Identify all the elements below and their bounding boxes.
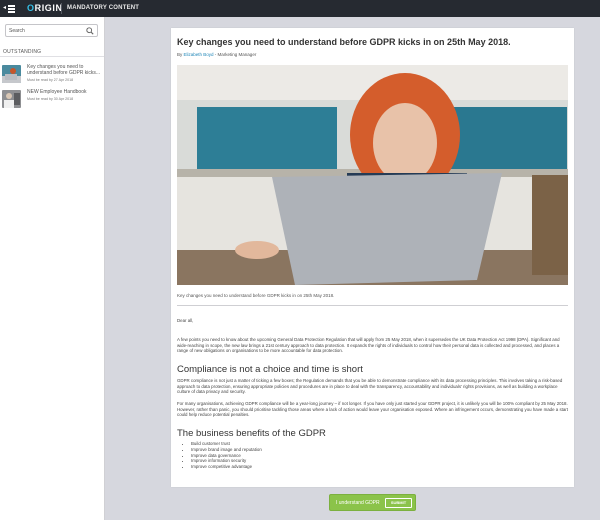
- outstanding-header: OUTSTANDING: [3, 49, 42, 55]
- logo-accent-letter: O: [27, 3, 35, 13]
- search-box[interactable]: [5, 24, 98, 37]
- page-title: MANDATORY CONTENT: [67, 5, 140, 11]
- gdpr-thumbnail: [2, 65, 21, 83]
- sidebar-divider: [0, 56, 104, 57]
- hamburger-icon[interactable]: ◂: [3, 3, 15, 14]
- sidebar-item-due: Must be read by 30 Apr 2018: [27, 97, 74, 101]
- hamburger-line: [8, 5, 15, 7]
- sidebar-item-title: NEW Employee Handbook: [27, 89, 87, 95]
- benefits-list: Build customer trust Improve brand image…: [185, 441, 262, 470]
- acknowledge-bar: I understand GDPR SUBMIT: [329, 494, 416, 511]
- back-arrow-icon: ◂: [3, 4, 7, 11]
- article-byline: By Elizabeth Boyd - Marketing Manager: [177, 52, 256, 58]
- hero-photo: [177, 65, 568, 285]
- hamburger-line: [8, 11, 15, 13]
- section-heading-compliance: Compliance is not a choice and time is s…: [177, 364, 363, 375]
- sidebar-item-due: Must be read by 27 Apr 2018: [27, 78, 74, 82]
- acknowledge-label: I understand GDPR: [336, 500, 380, 506]
- author-link[interactable]: Elizabeth Boyd: [184, 52, 214, 57]
- list-item: Improve competitive advantage: [191, 464, 262, 470]
- intro-paragraph: A few points you need to know about the …: [177, 337, 560, 354]
- logo-text: RIGIN: [34, 3, 63, 13]
- greeting: Dear all,: [177, 318, 194, 323]
- topbar-divider: [61, 3, 62, 14]
- handbook-thumbnail: [2, 90, 21, 108]
- list-item: Improve brand image and reputation: [191, 447, 262, 453]
- sidebar-item-gdpr[interactable]: Key changes you need to understand befor…: [2, 64, 103, 85]
- sidebar: OUTSTANDING Key changes you need to unde…: [0, 17, 105, 520]
- submit-button[interactable]: SUBMIT: [385, 498, 412, 508]
- compliance-paragraph-2: For many organisations, achieving GDPR c…: [177, 401, 568, 418]
- sidebar-item-title: Key changes you need to understand befor…: [27, 64, 101, 76]
- origin-logo[interactable]: ORIGIN: [27, 3, 63, 14]
- article-title: Key changes you need to understand befor…: [177, 37, 511, 47]
- article-card: Key changes you need to understand befor…: [171, 28, 574, 487]
- search-icon[interactable]: [86, 27, 94, 35]
- hero-image: [177, 65, 568, 313]
- content-divider: [177, 305, 568, 306]
- image-caption: Key changes you need to understand befor…: [177, 293, 335, 298]
- search-input[interactable]: [9, 26, 84, 36]
- hamburger-line: [8, 8, 15, 10]
- sidebar-item-handbook[interactable]: NEW Employee Handbook Must be read by 30…: [2, 89, 103, 110]
- top-bar: ◂ ORIGIN MANDATORY CONTENT: [0, 0, 600, 17]
- section-heading-benefits: The business benefits of the GDPR: [177, 428, 326, 439]
- author-role: - Marketing Manager: [213, 52, 257, 57]
- compliance-paragraph-1: GDPR compliance is not just a matter of …: [177, 378, 563, 395]
